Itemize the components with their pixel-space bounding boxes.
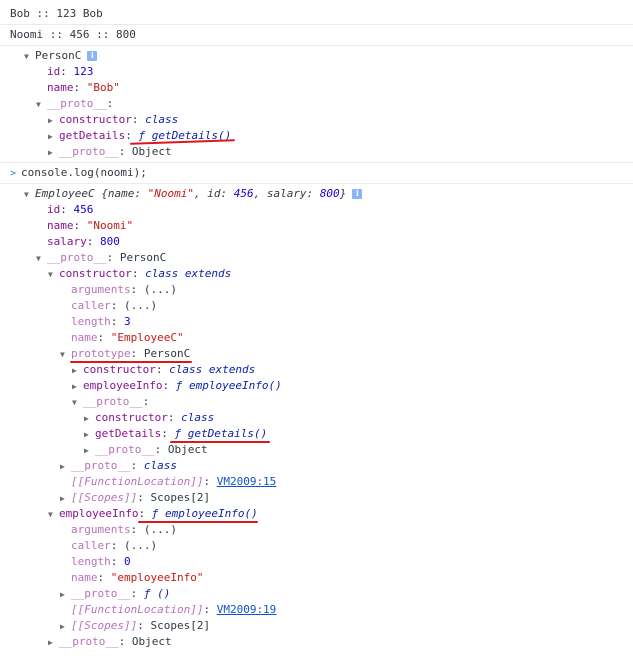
tree-row-name: name: "Bob" (47, 81, 120, 94)
tree-row-arguments[interactable]: arguments: (...) (71, 282, 633, 298)
expanded-triangle-icon[interactable]: ▼ (24, 49, 35, 65)
log-line: Noomi :: 456 :: 800 (10, 27, 633, 43)
collapsed-triangle-icon[interactable]: ▶ (48, 113, 59, 129)
tree-row-caller[interactable]: caller: (...) (71, 298, 633, 314)
tree-row-employeec[interactable]: ▼ EmployeeC {name: "Noomi", id: 456, sala… (24, 186, 633, 202)
tree-row-prototype-constructor[interactable]: ▶ constructor: class extends (72, 362, 633, 378)
tree-row-prototype-employeeinfo[interactable]: ▶ employeeInfo: ƒ employeeInfo() (72, 378, 633, 394)
tree-row-length: length: 3 (71, 315, 131, 328)
command-text: console.log(noomi); (21, 166, 147, 179)
info-icon[interactable]: i (352, 189, 363, 199)
tree-row-scopes[interactable]: ▶ [[Scopes]]: Scopes[2] (60, 490, 633, 506)
tree-row-caller[interactable]: caller: (...) (71, 538, 633, 554)
tree-row-pp-proto[interactable]: ▶ __proto__: Object (84, 442, 633, 458)
tree-row-prototype-proto[interactable]: ▼ __proto__: (72, 394, 633, 410)
devtools-console: Bob :: 123 Bob Noomi :: 456 :: 800 ▼ Pers… (0, 0, 633, 660)
expanded-triangle-icon[interactable]: ▼ (24, 187, 35, 203)
collapsed-triangle-icon[interactable]: ▶ (84, 411, 95, 427)
tree-row-last-proto[interactable]: ▶ __proto__: Object (48, 634, 633, 650)
expanded-triangle-icon[interactable]: ▼ (48, 507, 59, 523)
tree-row-id: id: 456 (47, 203, 94, 216)
tree-row-function-location: [[FunctionLocation]]: VM2009:15 (71, 475, 277, 488)
annotation-underline (170, 441, 270, 443)
expanded-triangle-icon[interactable]: ▼ (72, 395, 83, 411)
collapsed-triangle-icon[interactable]: ▶ (84, 443, 95, 459)
collapsed-triangle-icon[interactable]: ▶ (72, 379, 83, 395)
collapsed-triangle-icon[interactable]: ▶ (60, 491, 71, 507)
log-line: Bob :: 123 Bob (10, 6, 633, 22)
tree-row-personc[interactable]: ▼ PersonC i (24, 48, 633, 64)
annotation-underline (70, 361, 192, 363)
tree-row-cname: name: "EmployeeC" (71, 331, 184, 344)
chevron-right-icon: > (10, 168, 17, 179)
collapsed-triangle-icon[interactable]: ▶ (84, 427, 95, 443)
tree-row-constructor[interactable]: ▶ constructor: class (48, 112, 633, 128)
tree-row-prototype[interactable]: ▼ prototype: PersonC (60, 346, 633, 362)
collapsed-triangle-icon[interactable]: ▶ (60, 459, 71, 475)
tree-row-constructor[interactable]: ▼ constructor: class extends (48, 266, 633, 282)
tree-row-function-location: [[FunctionLocation]]: VM2009:19 (71, 603, 277, 616)
tree-row-pp-getdetails[interactable]: ▶ getDetails: ƒ getDetails() (84, 426, 633, 442)
tree-row-proto[interactable]: ▼ __proto__: PersonC (36, 250, 633, 266)
collapsed-triangle-icon[interactable]: ▶ (48, 129, 59, 145)
expanded-triangle-icon[interactable]: ▼ (48, 267, 59, 283)
log-text: Bob :: 123 Bob (10, 7, 103, 20)
source-link[interactable]: VM2009:19 (217, 603, 277, 616)
tree-row-arguments[interactable]: arguments: (...) (71, 522, 633, 538)
source-link[interactable]: VM2009:15 (217, 475, 277, 488)
collapsed-triangle-icon[interactable]: ▶ (60, 619, 71, 635)
tree-row-scopes[interactable]: ▶ [[Scopes]]: Scopes[2] (60, 618, 633, 634)
tree-row-proto2[interactable]: ▶ __proto__: Object (48, 144, 633, 160)
expanded-triangle-icon[interactable]: ▼ (36, 97, 47, 113)
collapsed-triangle-icon[interactable]: ▶ (48, 145, 59, 161)
tree-row-proto[interactable]: ▼ __proto__: (36, 96, 633, 112)
tree-row-name: name: "employeeInfo" (71, 571, 204, 584)
tree-row-ctor-proto[interactable]: ▶ __proto__: class (60, 458, 633, 474)
command-line: > console.log(noomi); (10, 165, 633, 181)
divider (0, 162, 633, 163)
tree-row-pp-constructor[interactable]: ▶ constructor: class (84, 410, 633, 426)
tree-row-length: length: 0 (71, 555, 131, 568)
collapsed-triangle-icon[interactable]: ▶ (60, 587, 71, 603)
tree-row-getdetails[interactable]: ▶ getDetails: ƒ getDetails() (48, 128, 633, 144)
tree-row-info-proto[interactable]: ▶ __proto__: ƒ () (60, 586, 633, 602)
tree-row-id: id: 123 (47, 65, 94, 78)
tree-row-name: name: "Noomi" (47, 219, 134, 232)
tree-row-salary: salary: 800 (47, 235, 120, 248)
log-text: Noomi :: 456 :: 800 (10, 28, 136, 41)
divider (0, 45, 633, 46)
collapsed-triangle-icon[interactable]: ▶ (48, 635, 59, 651)
expanded-triangle-icon[interactable]: ▼ (36, 251, 47, 267)
collapsed-triangle-icon[interactable]: ▶ (72, 363, 83, 379)
tree-row-employeeinfo[interactable]: ▼ employeeInfo: ƒ employeeInfo() (48, 506, 633, 522)
info-icon[interactable]: i (87, 51, 98, 61)
divider (0, 24, 633, 25)
annotation-underline (138, 521, 258, 523)
divider (0, 183, 633, 184)
